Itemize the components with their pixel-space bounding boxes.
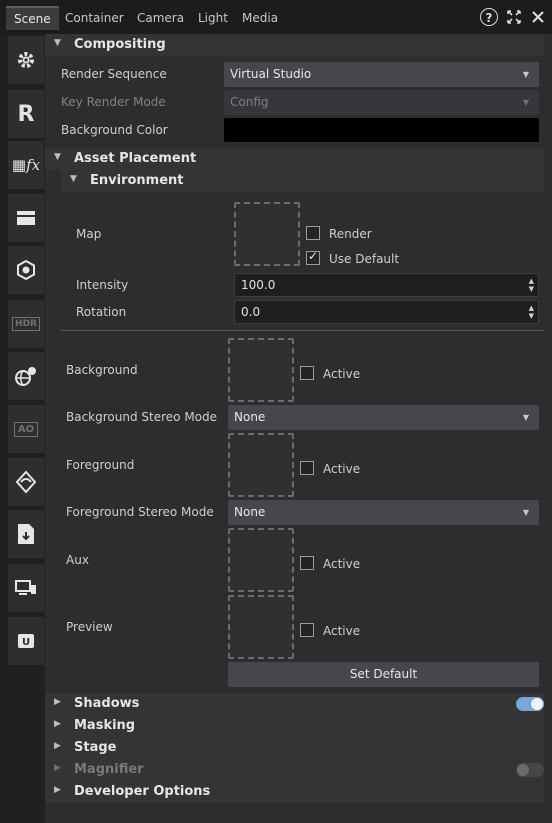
foreground-stereo-mode-label: Foreground Stereo Mode: [66, 505, 214, 519]
globe-light-icon[interactable]: [8, 352, 44, 400]
chevron-down-icon: ▼: [522, 70, 529, 79]
section-magnifier[interactable]: ▶ Magnifier: [45, 759, 544, 781]
background-active-label: Active: [323, 367, 361, 381]
tab-light[interactable]: Light: [190, 6, 236, 30]
checkmark-icon: ✓: [308, 249, 319, 263]
tab-scene[interactable]: Scene: [6, 6, 59, 30]
toggle-knob: [517, 764, 529, 776]
aux-active-checkbox[interactable]: [300, 556, 314, 570]
ao-icon[interactable]: AO: [8, 405, 44, 453]
toggle-knob: [531, 698, 543, 710]
shadows-toggle[interactable]: [516, 697, 544, 711]
devices-icon[interactable]: [8, 564, 44, 612]
foreground-label: Foreground: [66, 458, 135, 472]
fx-icon[interactable]: ▦ fx: [8, 141, 44, 189]
rotation-field[interactable]: 0.0 ▲ ▼: [234, 300, 539, 324]
rotation-label: Rotation: [76, 305, 127, 319]
chevron-down-icon: ▼: [522, 98, 529, 107]
magnifier-toggle[interactable]: [516, 763, 544, 777]
section-masking[interactable]: ▶ Masking: [45, 715, 544, 737]
spin-down-icon[interactable]: ▼: [529, 286, 534, 293]
refraction-icon[interactable]: [8, 458, 44, 506]
chevron-right-icon: ▶: [54, 785, 61, 795]
expand-icon[interactable]: [506, 8, 522, 26]
unreal-icon[interactable]: U: [8, 617, 44, 665]
intensity-field[interactable]: 100.0 ▲ ▼: [234, 273, 539, 297]
set-default-button[interactable]: Set Default: [228, 662, 539, 687]
preview-active-checkbox[interactable]: [300, 623, 314, 637]
aux-label: Aux: [66, 553, 89, 567]
background-stereo-mode-select[interactable]: None ▼: [228, 405, 539, 430]
render-r-icon[interactable]: R: [8, 90, 44, 138]
hdr-icon[interactable]: HDR: [8, 300, 44, 348]
chevron-right-icon: ▶: [54, 697, 61, 707]
background-label: Background: [66, 363, 138, 377]
render-checkbox[interactable]: [306, 226, 320, 240]
background-color-label: Background Color: [61, 123, 168, 137]
spin-up-icon[interactable]: ▲: [529, 278, 534, 285]
tab-camera[interactable]: Camera: [129, 6, 192, 30]
gear-icon[interactable]: [8, 36, 44, 84]
preview-label: Preview: [66, 620, 113, 634]
svg-text:U: U: [22, 637, 30, 648]
map-label: Map: [76, 227, 102, 241]
key-render-mode-label: Key Render Mode: [61, 95, 166, 109]
foreground-active-label: Active: [323, 462, 361, 476]
section-compositing[interactable]: ▼ Compositing: [45, 34, 544, 56]
tab-bar: Scene Container Camera Light Media ?: [0, 0, 552, 34]
render-sequence-select[interactable]: Virtual Studio ▼: [224, 62, 539, 87]
chevron-down-icon: ▼: [522, 508, 529, 517]
chevron-right-icon: ▶: [54, 741, 61, 751]
chevron-down-icon: ▼: [54, 38, 61, 48]
section-stage[interactable]: ▶ Stage: [45, 737, 544, 759]
aux-active-label: Active: [323, 557, 361, 571]
chevron-right-icon: ▶: [54, 763, 61, 773]
foreground-active-checkbox[interactable]: [300, 461, 314, 475]
tab-container[interactable]: Container: [57, 6, 132, 30]
background-active-checkbox[interactable]: [300, 366, 314, 380]
chevron-down-icon: ▼: [54, 152, 61, 162]
spin-down-icon[interactable]: ▼: [529, 313, 534, 320]
render-sequence-label: Render Sequence: [61, 67, 167, 81]
background-color-swatch[interactable]: [224, 118, 539, 142]
map-thumbnail[interactable]: [234, 202, 300, 266]
scene-object-icon[interactable]: [8, 246, 44, 294]
layers-icon[interactable]: [8, 194, 44, 242]
chevron-down-icon: ▼: [522, 413, 529, 422]
chevron-down-icon: ▼: [70, 174, 77, 184]
close-icon[interactable]: [531, 8, 545, 26]
background-stereo-mode-label: Background Stereo Mode: [66, 410, 218, 424]
preview-thumbnail[interactable]: [228, 595, 294, 659]
export-file-icon[interactable]: [8, 510, 44, 558]
section-environment[interactable]: ▼ Environment: [61, 170, 544, 192]
spin-up-icon[interactable]: ▲: [529, 305, 534, 312]
chevron-right-icon: ▶: [54, 719, 61, 729]
section-asset-placement[interactable]: ▼ Asset Placement: [45, 148, 544, 170]
key-render-mode-select: Config ▼: [224, 90, 539, 115]
aux-thumbnail[interactable]: [228, 528, 294, 592]
render-checkbox-label: Render: [329, 227, 372, 241]
divider: [61, 330, 544, 331]
tab-media[interactable]: Media: [234, 6, 286, 30]
foreground-stereo-mode-select[interactable]: None ▼: [228, 500, 539, 525]
section-shadows[interactable]: ▶ Shadows: [45, 693, 544, 715]
use-default-checkbox[interactable]: ✓: [306, 249, 320, 265]
background-thumbnail[interactable]: [228, 338, 294, 402]
use-default-label: Use Default: [329, 252, 400, 266]
help-icon[interactable]: ?: [480, 8, 498, 26]
section-developer-options[interactable]: ▶ Developer Options: [45, 781, 544, 803]
intensity-label: Intensity: [76, 278, 129, 292]
preview-active-label: Active: [323, 624, 361, 638]
foreground-thumbnail[interactable]: [228, 433, 294, 497]
